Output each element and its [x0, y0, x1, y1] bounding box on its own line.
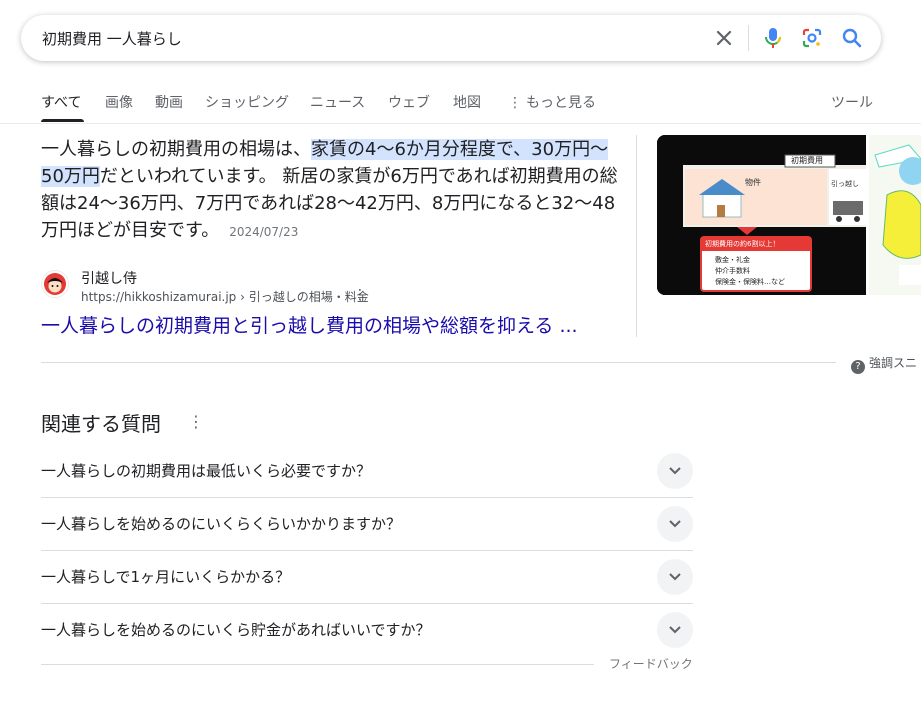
- result-menu-icon[interactable]: ⋮: [353, 287, 367, 303]
- related-question-text: 一人暮らしの初期費用は最低いくら必要ですか？: [41, 462, 372, 480]
- image-box-title: 初期費用の約6割以上！: [705, 240, 780, 248]
- feedback-divider: [41, 664, 594, 665]
- result-title-link[interactable]: 一人暮らしの初期費用と引っ越し費用の相場や総額を抑える ...: [41, 311, 578, 338]
- tab-more[interactable]: ⋮ もっと見る: [508, 92, 596, 112]
- featured-snippet-text: 一人暮らしの初期費用の相場は、家賃の4〜6か月分程度で、30万円〜50万円だとい…: [41, 136, 626, 246]
- tab-web[interactable]: ウェブ: [388, 92, 430, 112]
- chevron-down-icon[interactable]: [657, 506, 693, 542]
- source-breadcrumb: › 引っ越しの相場・料金: [240, 290, 369, 304]
- help-icon: ?: [851, 360, 865, 374]
- related-question-row[interactable]: 一人暮らしの初期費用は最低いくら必要ですか？: [41, 445, 693, 498]
- about-snippet-label: 強調スニ: [869, 356, 918, 370]
- related-question-text: 一人暮らしを始めるのにいくらくらいかかりますか？: [41, 515, 402, 533]
- source-favicon[interactable]: [41, 270, 69, 298]
- image-bullet: 保険金・保険料…など: [715, 278, 785, 286]
- snippet-lead: 一人暮らしの初期費用の相場は、: [41, 139, 311, 160]
- search-icon[interactable]: [839, 25, 865, 51]
- related-question-text: 一人暮らしを始めるのにいくら貯金があればいいですか？: [41, 621, 431, 639]
- snippet-divider: [636, 135, 637, 337]
- feedback-link[interactable]: フィードバック: [609, 655, 693, 672]
- secondary-image[interactable]: [869, 135, 921, 295]
- related-questions-title: 関連する質問: [41, 412, 161, 436]
- image-bullet: 敷金・礼金: [715, 256, 750, 264]
- related-question-row[interactable]: 一人暮らしを始めるのにいくらくらいかかりますか？: [41, 498, 693, 551]
- tab-all[interactable]: すべて: [41, 92, 81, 112]
- related-questions-menu-icon[interactable]: ⋮: [188, 412, 204, 431]
- tab-shopping[interactable]: ショッピング: [205, 92, 289, 112]
- tabs-divider: [0, 123, 921, 124]
- tools-button[interactable]: ツール: [831, 92, 873, 112]
- tab-more-label: もっと見る: [526, 95, 596, 111]
- about-snippet-button[interactable]: ? 強調スニ: [851, 354, 917, 374]
- section-divider: [41, 362, 836, 363]
- search-input[interactable]: 初期費用 一人暮らし: [42, 28, 182, 49]
- active-tab-indicator: [41, 119, 84, 122]
- snippet-rest: だといわれています。 新居の家賃が6万円であれば初期費用の総額は24〜36万円、…: [41, 166, 618, 241]
- chevron-down-icon[interactable]: [657, 559, 693, 595]
- source-site-name[interactable]: 引越し侍: [81, 268, 137, 288]
- related-question-row[interactable]: 一人暮らしを始めるのにいくら貯金があればいいですか？: [41, 604, 693, 656]
- source-url[interactable]: https://hikkoshizamurai.jp › 引っ越しの相場・料金: [81, 288, 369, 305]
- tab-videos[interactable]: 動画: [155, 92, 183, 112]
- lens-icon[interactable]: [799, 25, 825, 51]
- image-item-moving: 引っ越し: [831, 180, 859, 188]
- snippet-date: 2024/07/23: [229, 225, 299, 239]
- more-vert-icon: ⋮: [508, 95, 522, 111]
- source-url-host: https://hikkoshizamurai.jp: [81, 290, 237, 304]
- chevron-down-icon[interactable]: [657, 612, 693, 648]
- mic-icon[interactable]: [760, 25, 786, 51]
- tab-maps[interactable]: 地図: [453, 92, 481, 112]
- image-header-label: 初期費用: [791, 156, 823, 165]
- snippet-image[interactable]: 初期費用 物件 引っ越し 初期費用の約6割以上！ 敷金・礼金 仲介手数料 保険金…: [657, 135, 866, 295]
- tab-news[interactable]: ニュース: [310, 92, 365, 112]
- chevron-down-icon[interactable]: [657, 453, 693, 489]
- search-divider: [748, 25, 749, 51]
- search-box[interactable]: 初期費用 一人暮らし: [21, 15, 881, 61]
- close-icon[interactable]: [711, 25, 737, 51]
- tab-images[interactable]: 画像: [105, 92, 133, 112]
- related-question-row[interactable]: 一人暮らしで1ヶ月にいくらかかる？: [41, 551, 693, 604]
- image-item-property: 物件: [745, 178, 761, 187]
- related-question-text: 一人暮らしで1ヶ月にいくらかかる？: [41, 568, 291, 586]
- image-bullet: 仲介手数料: [715, 267, 750, 275]
